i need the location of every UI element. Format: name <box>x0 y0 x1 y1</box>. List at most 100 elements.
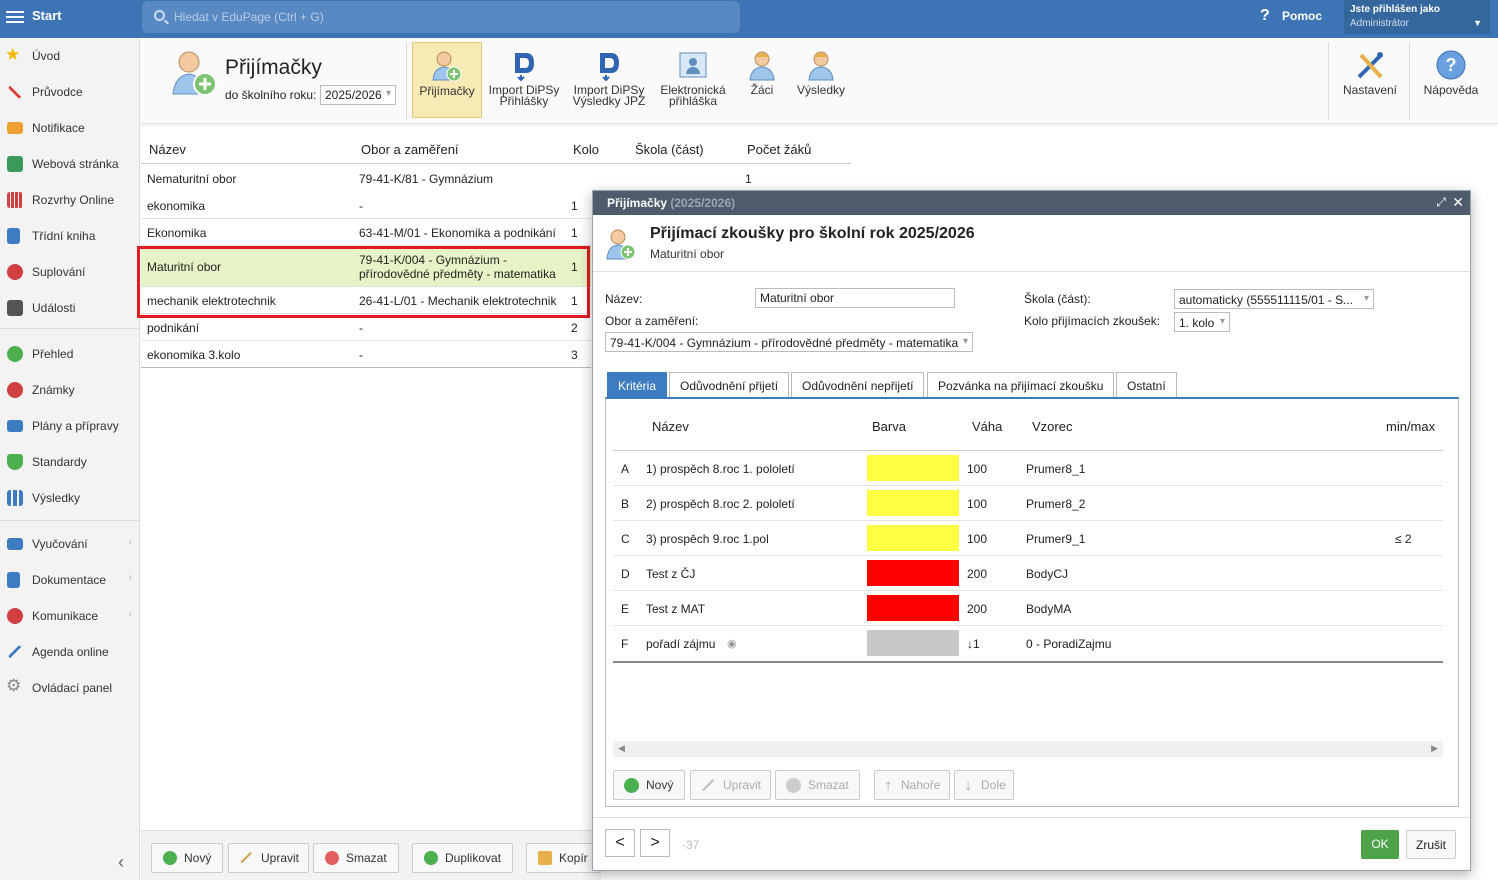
close-icon[interactable]: ✕ <box>1452 194 1464 211</box>
table-row[interactable]: ekonomika - 1 <box>141 192 591 219</box>
user-menu[interactable]: Jste přihlášen jako Administrátor ▼ <box>1344 0 1490 34</box>
tab-pozvanka[interactable]: Pozvánka na přijímací zkoušku <box>927 372 1115 398</box>
table-row[interactable]: Nematuritní obor 79-41-K/81 - Gymnázium … <box>141 165 851 192</box>
sidebar-item-prehled[interactable]: Přehled <box>0 336 140 372</box>
horizontal-scrollbar[interactable]: ◀ ▶ <box>613 741 1443 757</box>
next-record-button[interactable]: > <box>640 829 670 857</box>
criteria-formula: Prumer8_2 <box>1026 497 1086 511</box>
copy-button[interactable]: Kopír <box>526 843 601 873</box>
button-label: Kopír <box>559 851 588 865</box>
chevron-down-icon: ▾ <box>1363 293 1369 304</box>
collapse-sidebar-icon[interactable]: ‹ <box>118 852 124 873</box>
sidebar-item-rozvrhy-online[interactable]: Rozvrhy Online <box>0 182 140 218</box>
column-header-pocet-zaku[interactable]: Počet žáků <box>747 142 811 157</box>
duplicate-button[interactable]: Duplikovat <box>412 843 513 873</box>
toolbar-prijimacky-button[interactable]: Přijímačky <box>412 42 482 118</box>
criteria-row[interactable]: E Test z MAT 200 BodyMA <box>613 591 1443 626</box>
tab-oduvodneni-prijeti[interactable]: Odůvodnění přijetí <box>669 372 790 398</box>
table-row[interactable]: Ekonomika 63-41-M/01 - Ekonomika a podni… <box>141 219 591 246</box>
new-button[interactable]: Nový <box>151 843 223 873</box>
question-mark-icon[interactable]: ? <box>1260 7 1270 25</box>
criteria-delete-button[interactable]: Smazat <box>775 770 860 800</box>
chevron-down-icon[interactable]: ▼ <box>1473 18 1482 28</box>
scroll-right-icon[interactable]: ▶ <box>1431 743 1438 754</box>
criteria-color-swatch <box>867 525 959 551</box>
cancel-button[interactable]: Zrušit <box>1406 830 1456 859</box>
sidebar-item-agenda-online[interactable]: Agenda online <box>0 634 140 670</box>
criteria-row[interactable]: F pořadí zájmu ◉ ↓1 0 - PoradiZajmu <box>613 626 1443 661</box>
sidebar-item-suplovani[interactable]: Suplování <box>0 254 140 290</box>
search-box[interactable] <box>142 1 740 33</box>
criteria-formula: 0 - PoradiZajmu <box>1026 637 1112 651</box>
ok-button[interactable]: OK <box>1361 830 1399 859</box>
criteria-color-swatch <box>867 595 959 621</box>
table-row[interactable]: podnikání - 2 <box>141 314 591 341</box>
year-select[interactable]: 2025/2026 <box>320 85 396 105</box>
round-select[interactable]: 1. kolo ▾ <box>1174 312 1230 332</box>
chevron-right-icon: › <box>128 536 132 548</box>
criteria-move-down-button[interactable]: 🡓 Dole <box>954 770 1014 800</box>
toolbar-nastaveni-button[interactable]: Nastavení <box>1337 42 1403 118</box>
sidebar-item-dokumentace[interactable]: Dokumentace › <box>0 562 140 598</box>
sidebar-item-komunikace[interactable]: Komunikace › <box>0 598 140 634</box>
edit-button[interactable]: Upravit <box>228 843 309 873</box>
criteria-move-up-button[interactable]: 🡑 Nahoře <box>874 770 950 800</box>
name-input[interactable] <box>755 288 955 308</box>
sidebar-item-tridni-kniha[interactable]: Třídní kniha <box>0 218 140 254</box>
sidebar-item-plany-a-pripravy[interactable]: Plány a přípravy <box>0 408 140 444</box>
sidebar-item-label: Třídní kniha <box>32 229 96 243</box>
criteria-row[interactable]: C 3) prospěch 9.roc 1.pol 100 Prumer9_1 … <box>613 521 1443 556</box>
previous-record-button[interactable]: < <box>605 829 635 857</box>
hamburger-menu-icon[interactable] <box>6 8 24 24</box>
sidebar-item-vysledky[interactable]: Výsledky <box>0 480 140 516</box>
help-link[interactable]: Pomoc <box>1282 9 1322 23</box>
field-select[interactable]: 79-41-K/004 - Gymnázium - přírodovědné p… <box>605 332 973 352</box>
sidebar-item-label: Přehled <box>32 347 74 361</box>
sidebar-item-vyucovani[interactable]: Vyučování › <box>0 526 140 562</box>
column-header-nazev[interactable]: Název <box>149 142 186 157</box>
toolbar-elektronicka-prihlaska-button[interactable]: Elektronická přihláška <box>655 42 731 118</box>
toolbar-vysledky-button[interactable]: Výsledky <box>793 42 849 118</box>
column-header-obor[interactable]: Obor a zaměření <box>361 142 459 157</box>
expand-icon[interactable]: ⤢ <box>1436 195 1446 210</box>
tab-oduvodneni-neprijeti[interactable]: Odůvodnění nepřijetí <box>791 372 925 398</box>
sidebar-item-notifikace[interactable]: Notifikace <box>0 110 140 146</box>
start-label[interactable]: Start <box>32 8 62 23</box>
delete-button[interactable]: Smazat <box>313 843 399 873</box>
sidebar-item-pruvodce[interactable]: Průvodce <box>0 74 140 110</box>
pen-icon <box>7 644 23 660</box>
toolbar-button-label: Přihlášky <box>499 94 549 108</box>
toolbar-import-dipsy-vysledky-button[interactable]: Import DiPSy Výsledky JPZ <box>569 42 649 118</box>
sidebar-item-ovladaci-panel[interactable]: ⚙ Ovládací panel <box>0 670 140 706</box>
row-name: Ekonomika <box>147 226 207 240</box>
scroll-left-icon[interactable]: ◀ <box>618 743 625 754</box>
sidebar-item-label: Agenda online <box>32 645 109 659</box>
column-header-kolo[interactable]: Kolo <box>573 142 599 157</box>
toolbar-zaci-button[interactable]: Žáci <box>739 42 785 118</box>
sidebar-item-udalosti[interactable]: Události <box>0 290 140 326</box>
criteria-edit-button[interactable]: Upravit <box>690 770 771 800</box>
chevron-down-icon: ▾ <box>962 336 968 347</box>
row-name: podnikání <box>147 321 200 335</box>
table-header: Název Obor a zaměření Kolo Škola (část) … <box>141 134 851 164</box>
school-select[interactable]: automaticky (555511115/01 - S... ▾ <box>1174 289 1374 309</box>
criteria-header-nazev: Název <box>652 419 689 434</box>
tab-kriteria[interactable]: Kritéria <box>607 372 668 398</box>
criteria-new-button[interactable]: Nový <box>613 770 685 800</box>
column-header-skola[interactable]: Škola (část) <box>635 142 704 157</box>
table-row[interactable]: ekonomika 3.kolo - 3 <box>141 341 591 368</box>
criteria-row[interactable]: A 1) prospěch 8.roc 1. pololetí 100 Prum… <box>613 451 1443 486</box>
sidebar-item-webova-stranka[interactable]: Webová stránka <box>0 146 140 182</box>
criteria-row[interactable]: B 2) prospěch 8.roc 2. pololetí 100 Prum… <box>613 486 1443 521</box>
sidebar-item-standardy[interactable]: Standardy <box>0 444 140 480</box>
sidebar: ★ Úvod Průvodce Notifikace Webová stránk… <box>0 38 140 880</box>
criteria-row[interactable]: D Test z ČJ 200 BodyCJ <box>613 556 1443 591</box>
toolbar-napoveda-button[interactable]: ? Nápověda <box>1417 42 1485 118</box>
sidebar-item-znamky[interactable]: Známky <box>0 372 140 408</box>
search-input[interactable] <box>174 7 714 27</box>
toolbar-import-dipsy-prihlasky-button[interactable]: Import DiPSy Přihlášky <box>485 42 563 118</box>
tab-ostatni[interactable]: Ostatní <box>1116 372 1177 398</box>
sidebar-item-label: Standardy <box>32 455 87 469</box>
sidebar-item-uvod[interactable]: ★ Úvod <box>0 38 140 74</box>
criteria-weight: 200 <box>967 602 988 616</box>
